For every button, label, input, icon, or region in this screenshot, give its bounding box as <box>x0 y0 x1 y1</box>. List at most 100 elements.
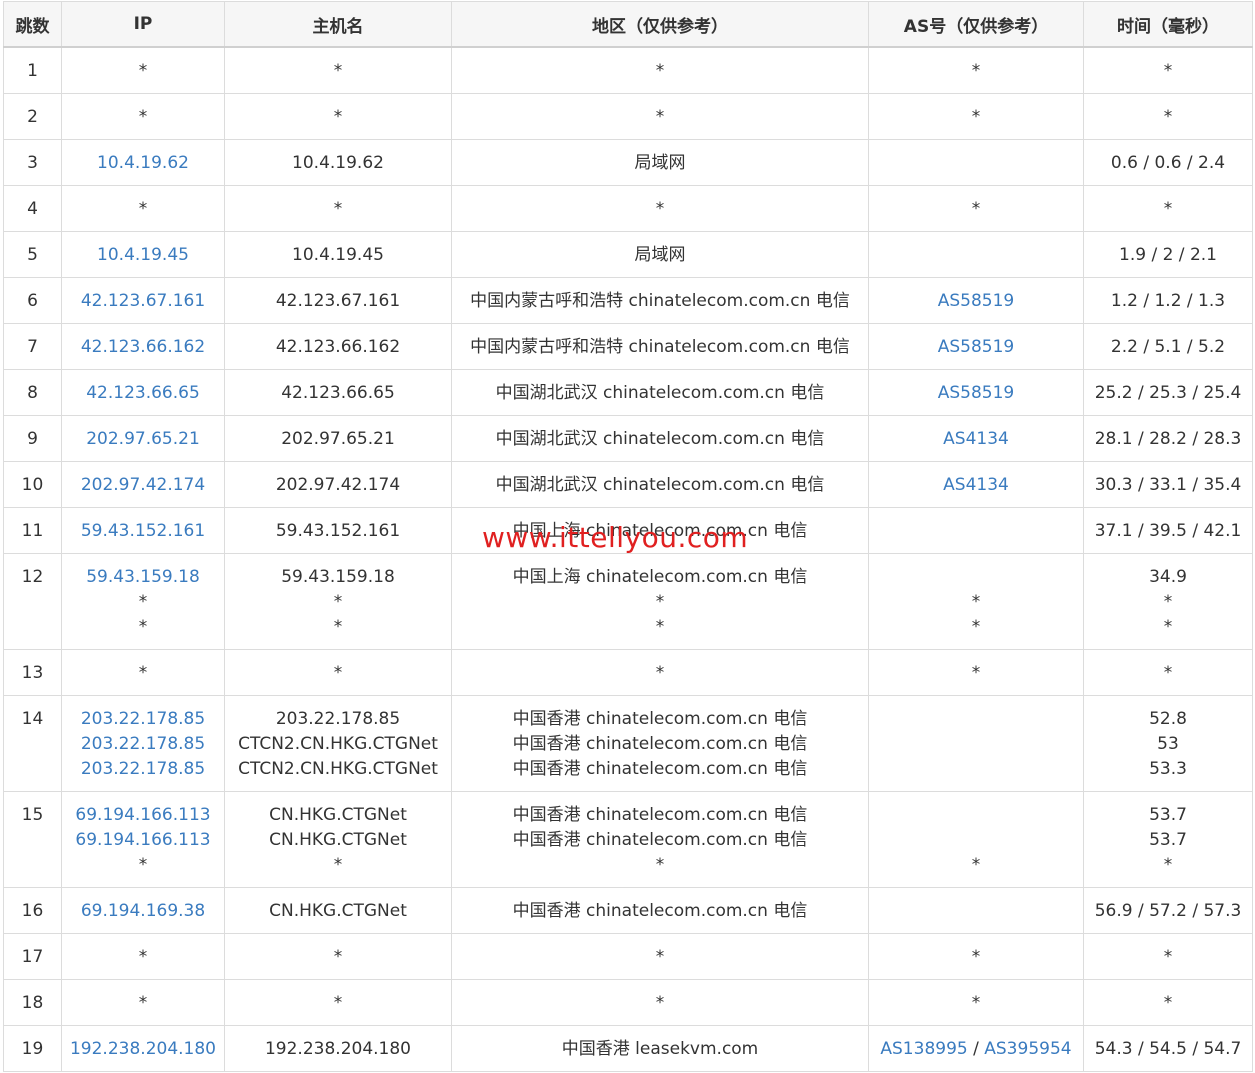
time-text: 2.2 / 5.1 / 5.2 <box>1110 337 1226 357</box>
as-link[interactable]: AS4134 <box>943 475 1009 495</box>
hostname-text: * <box>333 592 343 612</box>
as-link[interactable]: AS138995 <box>880 1039 967 1059</box>
as-line: * <box>869 590 1083 615</box>
as-line: AS4134 <box>869 427 1083 452</box>
as-cell: * <box>868 791 1084 888</box>
ip-link[interactable]: 203.22.178.85 <box>62 732 224 757</box>
region-text: * <box>655 947 665 967</box>
as-line <box>869 732 1083 757</box>
time-cell: 25.2 / 25.3 / 25.4 <box>1083 369 1253 416</box>
as-cell: AS58519 <box>868 277 1084 324</box>
as-line <box>869 899 1083 924</box>
as-cell: * <box>868 93 1084 140</box>
header-time: 时间（毫秒） <box>1083 1 1253 48</box>
ip-link[interactable]: 59.43.152.161 <box>62 519 224 544</box>
ip-cell: 69.194.166.113 69.194.166.113 * <box>61 791 225 888</box>
hostname-cell: 10.4.19.62 <box>224 139 452 186</box>
hostname-text: * <box>333 947 343 967</box>
header-hostname: 主机名 <box>224 1 452 48</box>
as-text: * <box>971 855 981 875</box>
ip-link[interactable]: 42.123.66.162 <box>62 335 224 360</box>
as-text: * <box>971 199 981 219</box>
hostname-cell: * <box>224 979 452 1026</box>
hop-cell: 1 <box>3 46 62 94</box>
time-text: 56.9 / 57.2 / 57.3 <box>1094 901 1242 921</box>
ip-link[interactable]: 69.194.166.113 <box>62 803 224 828</box>
hostname-text: * <box>333 107 343 127</box>
hostname-cell: * <box>224 93 452 140</box>
time-cell: 30.3 / 33.1 / 35.4 <box>1083 461 1253 508</box>
region-text: 中国湖北武汉 chinatelecom.com.cn 电信 <box>495 383 825 403</box>
as-cell: * <box>868 979 1084 1026</box>
region-cell: 中国上海 chinatelecom.com.cn 电信 <box>451 507 869 554</box>
hostname-cell: CN.HKG.CTGNet <box>224 887 452 934</box>
ip-link[interactable]: 42.123.67.161 <box>62 289 224 314</box>
ip-cell: * <box>61 185 225 232</box>
ip-link[interactable]: 59.43.159.18 <box>62 565 224 590</box>
as-link[interactable]: AS4134 <box>943 429 1009 449</box>
region-text: 中国湖北武汉 chinatelecom.com.cn 电信 <box>495 475 825 495</box>
time-text: 53 <box>1157 734 1179 754</box>
time-text: * <box>1163 993 1173 1013</box>
hop-cell: 3 <box>3 139 62 186</box>
ip-link[interactable]: 203.22.178.85 <box>62 757 224 782</box>
time-cell: * <box>1083 185 1253 232</box>
hostname-text: 202.97.65.21 <box>281 429 395 449</box>
ip-link[interactable]: 203.22.178.85 <box>62 707 224 732</box>
as-link[interactable]: AS58519 <box>938 337 1015 357</box>
table-row: 7 42.123.66.162 42.123.66.162 中国内蒙古呼和浩特 chi… <box>3 323 1253 370</box>
as-line: AS4134 <box>869 473 1083 498</box>
hostname-text: * <box>333 993 343 1013</box>
region-text: * <box>655 855 665 875</box>
region-text: 中国湖北武汉 chinatelecom.com.cn 电信 <box>495 429 825 449</box>
ip-link[interactable]: 42.123.66.65 <box>62 381 224 406</box>
table-row: 16 69.194.169.38 CN.HKG.CTGNet 中国香港 chinate… <box>3 887 1253 934</box>
region-text: 局域网 <box>634 245 686 265</box>
hop-number: 18 <box>21 993 44 1013</box>
as-link[interactable]: AS58519 <box>938 291 1015 311</box>
region-cell: 中国湖北武汉 chinatelecom.com.cn 电信 <box>451 369 869 416</box>
as-line <box>869 243 1083 268</box>
hop-number: 8 <box>27 383 38 403</box>
ip-link[interactable]: 202.97.42.174 <box>62 473 224 498</box>
as-cell: AS138995 / AS395954 <box>868 1025 1084 1072</box>
hop-number: 13 <box>21 663 44 683</box>
hop-cell: 5 <box>3 231 62 278</box>
as-cell <box>868 231 1084 278</box>
as-text: * <box>971 107 981 127</box>
ip-link[interactable]: 202.97.65.21 <box>62 427 224 452</box>
region-text: 中国香港 chinatelecom.com.cn 电信 <box>512 805 808 825</box>
hop-cell: 2 <box>3 93 62 140</box>
region-text: 中国内蒙古呼和浩特 chinatelecom.com.cn 电信 <box>470 337 850 357</box>
region-text: 中国香港 chinatelecom.com.cn 电信 <box>512 830 808 850</box>
as-line <box>869 803 1083 828</box>
region-cell: 局域网 <box>451 139 869 186</box>
time-text: * <box>1163 61 1173 81</box>
as-link[interactable]: AS58519 <box>938 383 1015 403</box>
hostname-cell: 42.123.66.162 <box>224 323 452 370</box>
ip-cell: 59.43.152.161 <box>61 507 225 554</box>
as-line: * <box>869 105 1083 130</box>
table-row: 2 * * * * * <box>3 93 1253 140</box>
time-cell: 54.3 / 54.5 / 54.7 <box>1083 1025 1253 1072</box>
ip-link[interactable]: 69.194.169.38 <box>62 899 224 924</box>
as-cell <box>868 507 1084 554</box>
region-text: 中国香港 leasekvm.com <box>561 1039 759 1059</box>
hop-cell: 4 <box>3 185 62 232</box>
table-row: 3 10.4.19.62 10.4.19.62 局域网 0.6 / 0.6 / 2.4 <box>3 139 1253 186</box>
ip-link[interactable]: 10.4.19.62 <box>62 151 224 176</box>
hostname-cell: 203.22.178.85 CTCN2.CN.HKG.CTGNet CTCN2.CN… <box>224 695 452 792</box>
region-text: 中国香港 chinatelecom.com.cn 电信 <box>512 709 808 729</box>
time-text: * <box>1163 199 1173 219</box>
time-text: 1.2 / 1.2 / 1.3 <box>1110 291 1226 311</box>
region-cell: 中国香港 chinatelecom.com.cn 电信 <box>451 887 869 934</box>
ip-link[interactable]: 192.238.204.180 <box>62 1037 224 1062</box>
hostname-text: 203.22.178.85 <box>275 709 401 729</box>
ip-link[interactable]: 69.194.166.113 <box>62 828 224 853</box>
ip-link[interactable]: 10.4.19.45 <box>62 243 224 268</box>
time-cell: 53.7 53.7 * <box>1083 791 1253 888</box>
as-link[interactable]: AS395954 <box>984 1039 1071 1059</box>
hop-number: 14 <box>21 709 44 729</box>
hop-cell: 10 <box>3 461 62 508</box>
ip-cell: 69.194.169.38 <box>61 887 225 934</box>
